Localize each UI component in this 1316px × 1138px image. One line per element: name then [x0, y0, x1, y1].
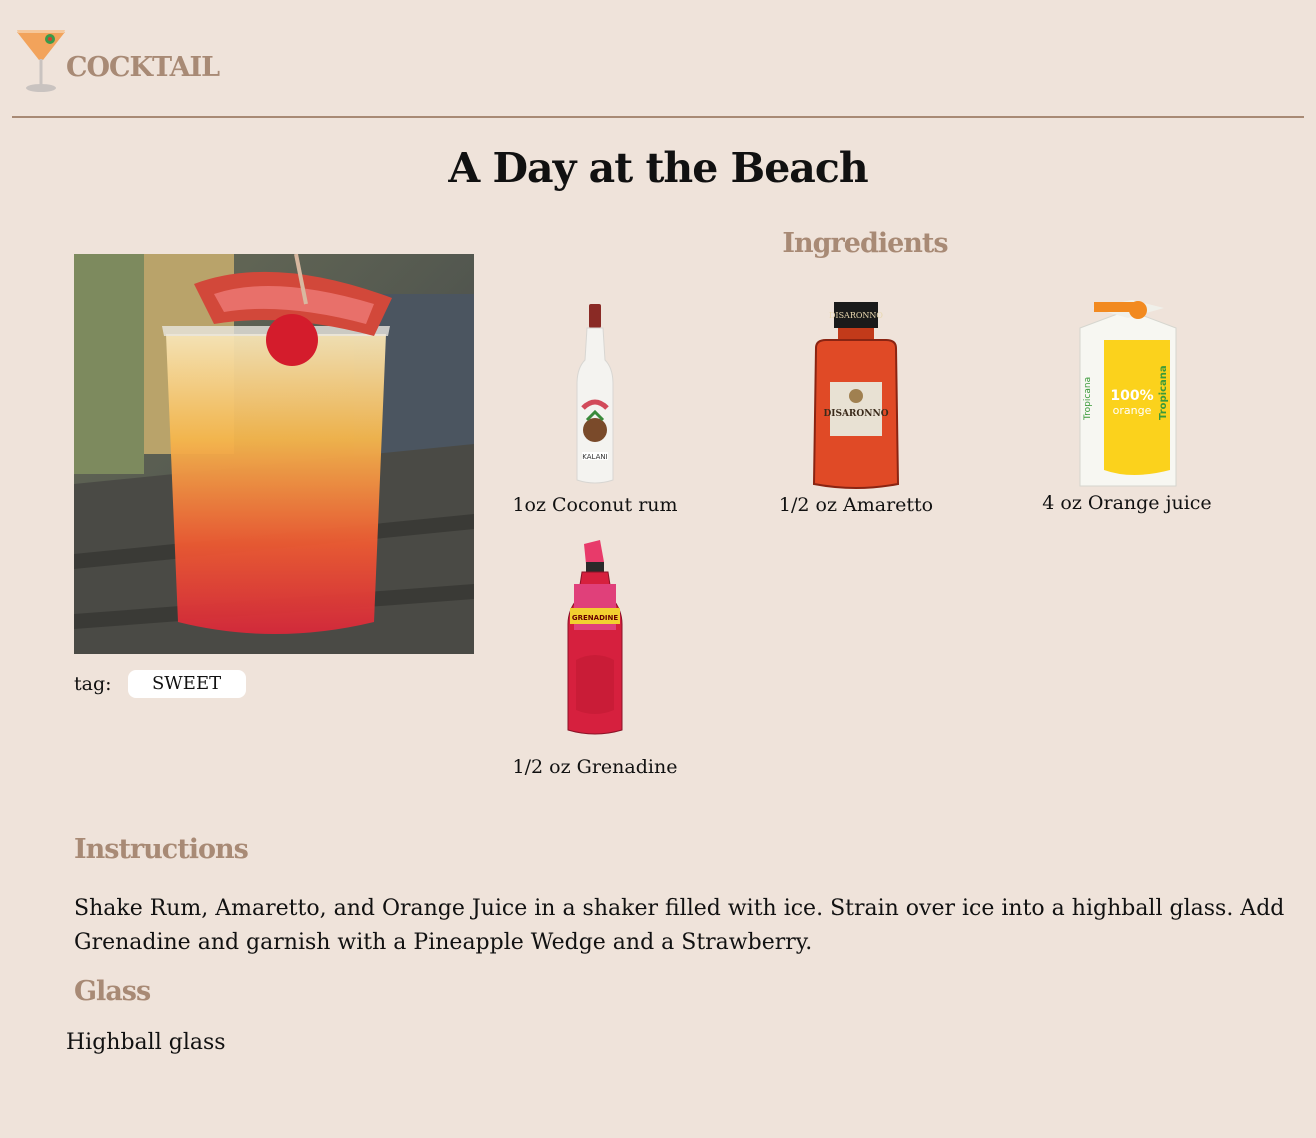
ingredient-grenadine[interactable]: GRENADINE 1/2 oz Grenadine [465, 540, 725, 778]
ingredient-amaretto[interactable]: DISARONNO DISARONNO 1/2 oz Amaretto [726, 300, 986, 516]
orange-juice-carton-icon: 100% orange Tropicana Tropicana [1079, 300, 1177, 487]
ingredient-label: 4 oz Orange juice [1042, 492, 1212, 514]
ingredient-label: 1oz Coconut rum [512, 494, 678, 516]
svg-text:Tropicana: Tropicana [1083, 377, 1093, 421]
svg-text:Tropicana: Tropicana [1158, 365, 1169, 420]
grenadine-bottle-icon: GRENADINE [567, 540, 623, 735]
glass-heading: Glass [74, 976, 151, 1007]
ingredients-heading: Ingredients [782, 228, 948, 259]
svg-text:orange: orange [1113, 404, 1152, 417]
drink-title: A Day at the Beach [448, 144, 868, 192]
logo-text[interactable]: COCKTAIL [66, 52, 220, 83]
tag-sweet[interactable]: SWEET [127, 670, 246, 698]
svg-text:DISARONNO: DISARONNO [823, 409, 888, 419]
martini-glass-icon[interactable] [16, 26, 66, 96]
coconut-rum-bottle-icon: KALANI [576, 304, 614, 484]
svg-text:GRENADINE: GRENADINE [572, 614, 618, 622]
ingredient-label: 1/2 oz Amaretto [778, 494, 934, 516]
glass-value: Highball glass [66, 1030, 226, 1055]
tag-row: tag: SWEET [74, 670, 246, 698]
svg-text:KALANI: KALANI [582, 453, 607, 461]
amaretto-bottle-icon: DISARONNO DISARONNO [812, 302, 900, 489]
drink-photo [74, 254, 474, 654]
ingredient-coconut-rum[interactable]: KALANI 1oz Coconut rum [465, 300, 725, 516]
ingredient-label: 1/2 oz Grenadine [512, 756, 678, 778]
svg-text:100%: 100% [1110, 388, 1153, 404]
instructions-heading: Instructions [74, 834, 249, 865]
svg-text:DISARONNO: DISARONNO [829, 311, 883, 320]
ingredient-orange-juice[interactable]: 100% orange Tropicana Tropicana 4 oz Ora… [997, 300, 1257, 514]
instructions-text: Shake Rum, Amaretto, and Orange Juice in… [74, 896, 1285, 955]
site-header: COCKTAIL [12, 0, 1304, 118]
tag-label: tag: [74, 673, 112, 695]
